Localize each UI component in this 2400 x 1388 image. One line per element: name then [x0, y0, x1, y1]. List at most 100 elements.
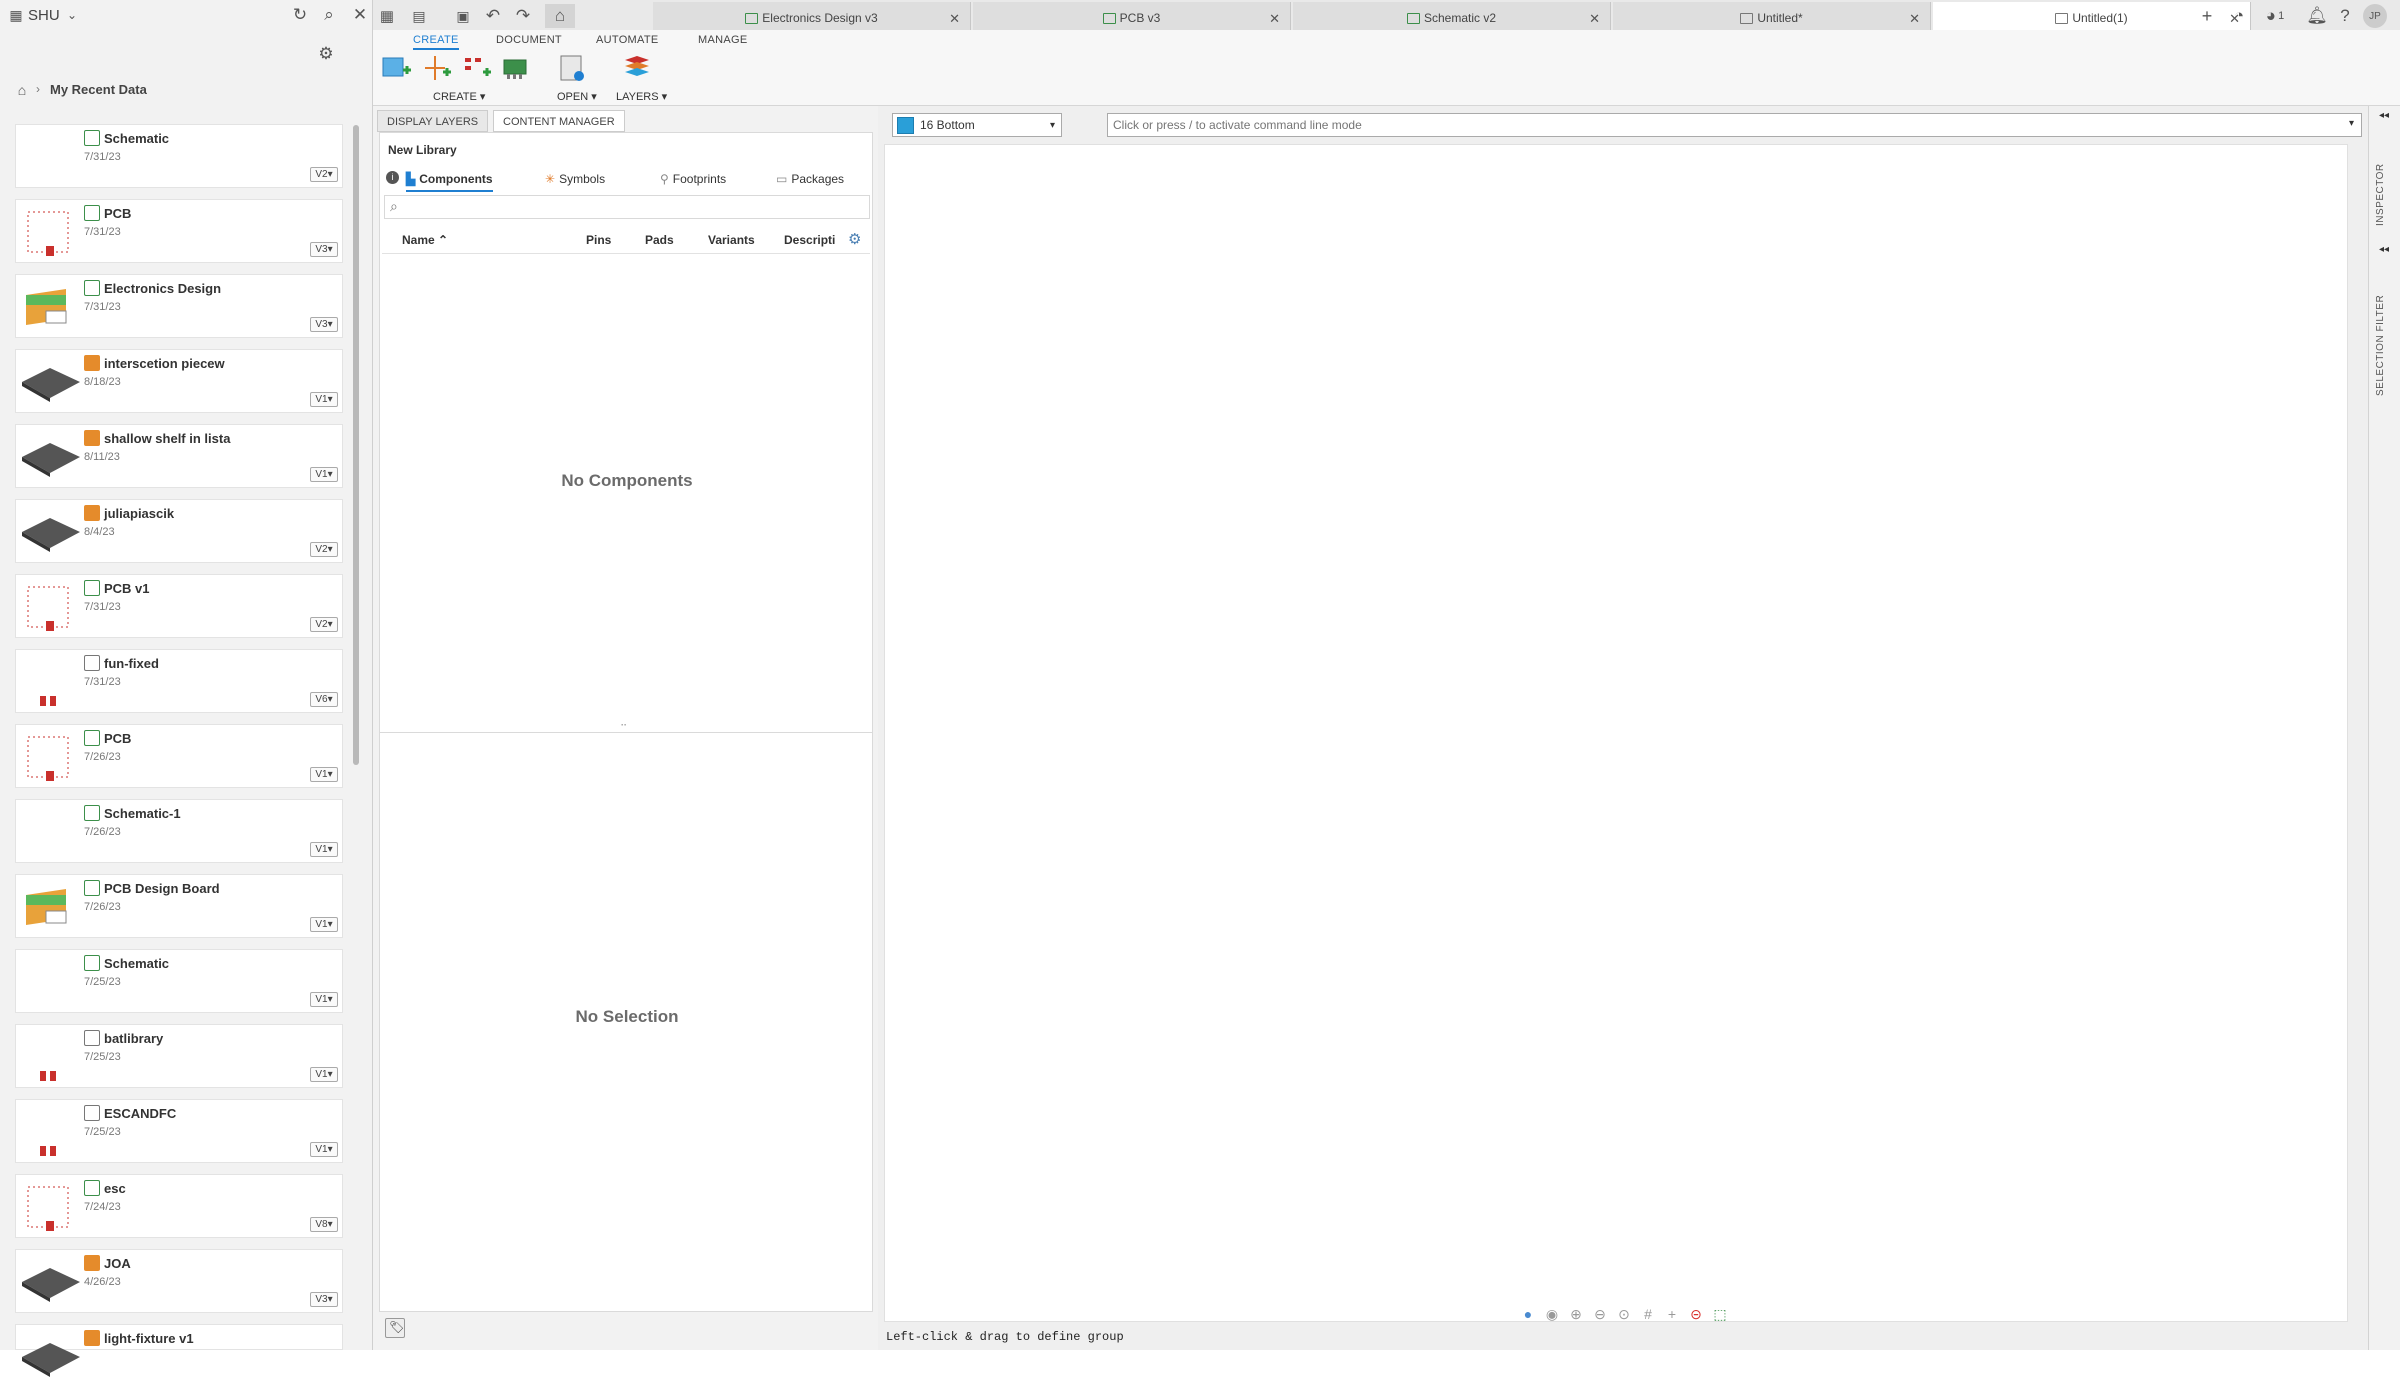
add-icon[interactable]: + — [1663, 1306, 1681, 1324]
recent-data-card[interactable]: Schematic-1 7/26/23 V1▾ — [15, 799, 343, 863]
view-icon[interactable]: ◉ — [1543, 1306, 1561, 1324]
zoom-out-icon[interactable]: ⊖ — [1591, 1306, 1609, 1324]
avatar[interactable]: JP — [2363, 4, 2387, 28]
undo-icon[interactable]: ↶ — [481, 4, 505, 28]
recent-data-card[interactable]: Schematic 7/31/23 V2▾ — [15, 124, 343, 188]
column-variants[interactable]: Variants — [708, 233, 755, 247]
search-icon[interactable]: ⌕ — [317, 3, 341, 27]
refresh-icon[interactable]: ↻ — [288, 3, 312, 27]
version-badge[interactable]: V3▾ — [310, 242, 338, 257]
column-pins[interactable]: Pins — [586, 233, 611, 247]
open-group-label[interactable]: OPEN ▾ — [557, 90, 597, 103]
info-icon[interactable]: i — [386, 171, 399, 184]
column-name[interactable]: Name ⌃ — [402, 233, 448, 247]
recent-data-card[interactable]: interscetion piecew 8/18/23 V1▾ — [15, 349, 343, 413]
create-group-label[interactable]: CREATE ▾ — [433, 90, 485, 103]
design-canvas[interactable] — [884, 144, 2348, 1322]
grid-icon[interactable]: # — [1639, 1306, 1657, 1324]
new-package-icon[interactable] — [501, 52, 533, 84]
home-tab-icon[interactable]: ⌂ — [545, 4, 575, 28]
recent-data-card[interactable]: JOA 4/26/23 V3▾ — [15, 1249, 343, 1313]
ribbon-tab-automate[interactable]: AUTOMATE — [596, 34, 659, 46]
tab-content-manager[interactable]: CONTENT MANAGER — [493, 110, 625, 132]
file-menu-icon[interactable]: ▤ — [407, 4, 431, 28]
tab-display-layers[interactable]: DISPLAY LAYERS — [377, 110, 489, 132]
gear-icon[interactable]: ⚙ — [314, 42, 338, 66]
layers-icon[interactable] — [621, 52, 653, 84]
command-line-input[interactable] — [1107, 113, 2362, 137]
panel-resize-handle[interactable]: ⠒ — [620, 721, 627, 732]
home-icon[interactable]: ⌂ — [10, 78, 34, 102]
hub-grid-icon[interactable]: ▦ — [4, 3, 28, 27]
version-badge[interactable]: V1▾ — [310, 842, 338, 857]
redo-icon[interactable]: ↷ — [511, 4, 535, 28]
recent-data-card[interactable]: batlibrary 7/25/23 V1▾ — [15, 1024, 343, 1088]
new-footprint-icon[interactable] — [461, 52, 493, 84]
recent-data-card[interactable]: PCB v1 7/31/23 V2▾ — [15, 574, 343, 638]
open-icon[interactable] — [557, 52, 589, 84]
close-icon[interactable]: ✕ — [1589, 11, 1600, 27]
subtab-packages[interactable]: ▭ Packages — [776, 172, 844, 186]
version-badge[interactable]: V1▾ — [310, 1142, 338, 1157]
new-component-icon[interactable] — [381, 52, 413, 84]
ribbon-tab-manage[interactable]: MANAGE — [698, 34, 747, 46]
recent-data-card[interactable]: PCB 7/26/23 V1▾ — [15, 724, 343, 788]
version-badge[interactable]: V6▾ — [310, 692, 338, 707]
recent-data-card[interactable]: esc 7/24/23 V8▾ — [15, 1174, 343, 1238]
tag-icon[interactable]: 🏷︎ — [385, 1318, 405, 1338]
info-nav-icon[interactable]: ● — [1519, 1306, 1537, 1324]
version-badge[interactable]: V8▾ — [310, 1217, 338, 1232]
extensions-icon[interactable]: ◔ — [2227, 4, 2251, 28]
close-icon[interactable]: ✕ — [949, 11, 960, 27]
recent-data-card[interactable]: fun-fixed 7/31/23 V6▾ — [15, 649, 343, 713]
recent-data-card[interactable]: Electronics Design 7/31/23 V3▾ — [15, 274, 343, 338]
chevron-down-icon[interactable]: ⌄ — [60, 3, 84, 27]
zoom-fit-icon[interactable]: ⊙ — [1615, 1306, 1633, 1324]
collapse-icon[interactable]: ◂◂ — [2379, 244, 2389, 255]
stop-icon[interactable]: ⊝ — [1687, 1306, 1705, 1324]
new-symbol-icon[interactable] — [421, 52, 453, 84]
command-dropdown-icon[interactable]: ▾ — [2349, 118, 2354, 129]
column-description[interactable]: Descripti — [784, 233, 840, 247]
recent-data-card[interactable]: Schematic 7/25/23 V1▾ — [15, 949, 343, 1013]
recent-data-card[interactable]: juliapiascik 8/4/23 V2▾ — [15, 499, 343, 563]
recent-data-card[interactable]: PCB Design Board 7/26/23 V1▾ — [15, 874, 343, 938]
column-settings-gear-icon[interactable]: ⚙ — [848, 230, 861, 248]
save-icon[interactable]: ▣ — [451, 4, 475, 28]
subtab-components[interactable]: ▙ Components — [406, 172, 493, 192]
subtab-footprints[interactable]: ⚲ Footprints — [660, 172, 726, 186]
layer-select[interactable]: 16 Bottom ▾ — [892, 113, 1062, 137]
version-badge[interactable]: V1▾ — [310, 917, 338, 932]
notification-bell-icon[interactable]: 🔔︎ — [2305, 4, 2329, 28]
breadcrumb[interactable]: My Recent Data — [50, 82, 147, 97]
ribbon-tab-create[interactable]: CREATE — [413, 34, 459, 50]
job-status-icon[interactable]: ◕ 1 — [2257, 4, 2293, 28]
recent-data-card[interactable]: PCB 7/31/23 V3▾ — [15, 199, 343, 263]
close-icon[interactable]: ✕ — [1909, 11, 1920, 27]
recent-data-card[interactable]: light-fixture v1 — [15, 1324, 343, 1377]
version-badge[interactable]: V1▾ — [310, 992, 338, 1007]
version-badge[interactable]: V2▾ — [310, 167, 338, 182]
select-icon[interactable]: ⬚ — [1711, 1306, 1729, 1324]
version-badge[interactable]: V2▾ — [310, 617, 338, 632]
inspector-tab[interactable]: INSPECTOR — [2375, 146, 2395, 226]
hub-name[interactable]: SHU — [28, 7, 60, 24]
library-search-input[interactable]: ⌕ — [384, 195, 870, 219]
version-badge[interactable]: V1▾ — [310, 1067, 338, 1082]
version-badge[interactable]: V3▾ — [310, 317, 338, 332]
recent-data-card[interactable]: ESCANDFC 7/25/23 V1▾ — [15, 1099, 343, 1163]
ribbon-tab-document[interactable]: DOCUMENT — [496, 34, 562, 46]
version-badge[interactable]: V3▾ — [310, 1292, 338, 1307]
close-icon[interactable]: ✕ — [348, 3, 372, 27]
apps-grid-icon[interactable]: ▦ — [375, 4, 399, 28]
help-icon[interactable]: ? — [2333, 4, 2357, 28]
close-icon[interactable]: ✕ — [1269, 11, 1280, 27]
version-badge[interactable]: V1▾ — [310, 767, 338, 782]
new-tab-icon[interactable]: + — [2195, 4, 2219, 28]
selection-filter-tab[interactable]: SELECTION FILTER — [2375, 276, 2395, 396]
scrollbar[interactable] — [353, 125, 359, 765]
version-badge[interactable]: V1▾ — [310, 467, 338, 482]
version-badge[interactable]: V2▾ — [310, 542, 338, 557]
layers-group-label[interactable]: LAYERS ▾ — [616, 90, 667, 103]
column-pads[interactable]: Pads — [645, 233, 674, 247]
